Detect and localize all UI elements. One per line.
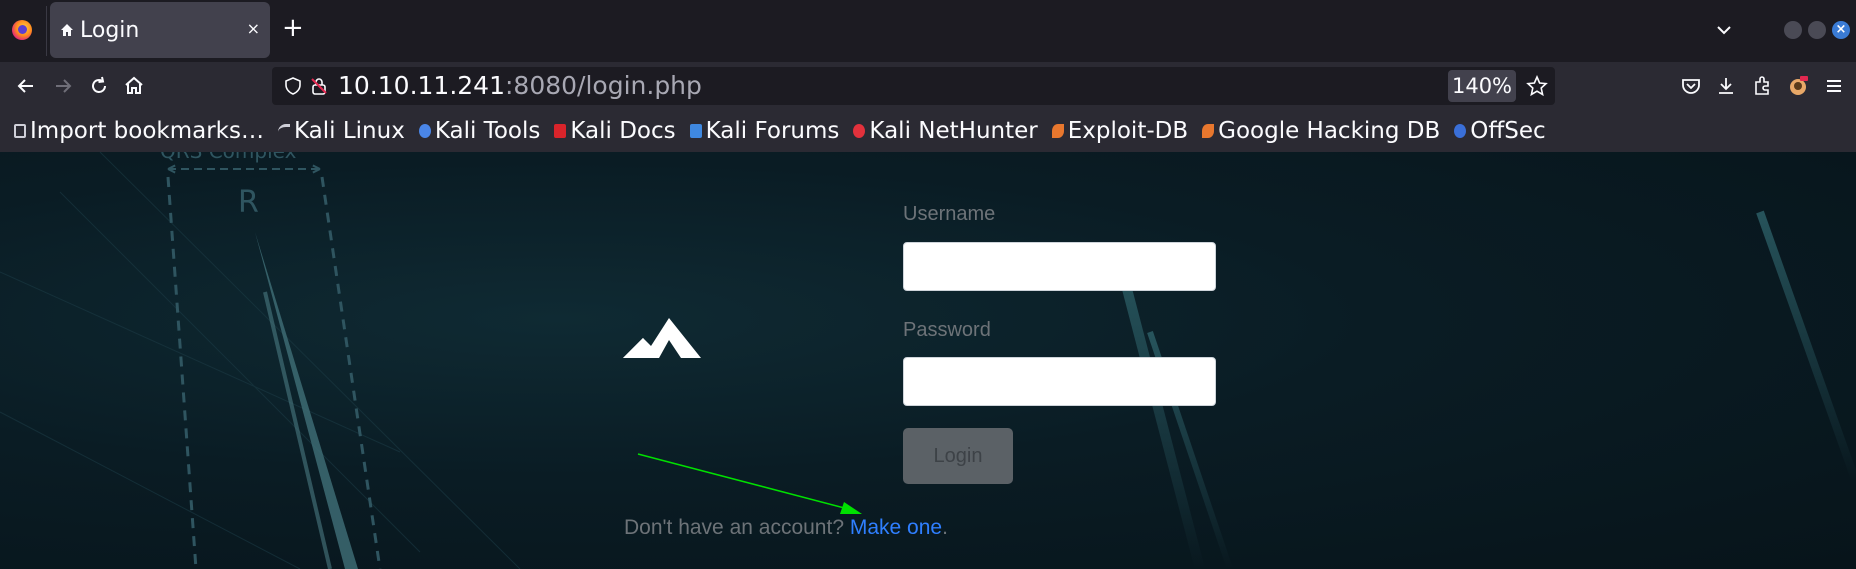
bookmark-kali-forums[interactable]: Kali Forums [689, 118, 840, 144]
watermark-letter: R [238, 185, 259, 220]
username-input[interactable] [903, 242, 1216, 291]
tab-strip: Login × + × [0, 0, 1856, 62]
bookmark-label: OffSec [1470, 118, 1546, 144]
insecure-lock-icon[interactable] [310, 77, 328, 95]
tab-divider [46, 6, 47, 56]
bookmark-label: Exploit-DB [1067, 118, 1189, 144]
bookmark-label: Kali Linux [293, 118, 405, 144]
signup-prompt: Don't have an account? Make one. [624, 516, 948, 540]
username-label: Username [903, 203, 996, 225]
hamburger-menu-icon[interactable] [1822, 74, 1846, 98]
bookmark-label: Import bookmarks… [30, 118, 264, 144]
window-close-button[interactable]: × [1832, 21, 1850, 39]
signup-suffix: . [942, 516, 948, 539]
pocket-icon[interactable] [1679, 74, 1703, 98]
bookmark-star-icon[interactable] [1526, 75, 1548, 97]
bookmarks-toolbar: Import bookmarks… Kali Linux Kali Tools … [0, 110, 1856, 152]
reload-icon[interactable] [87, 74, 111, 98]
password-label: Password [903, 319, 991, 341]
firefox-logo-icon[interactable] [12, 20, 32, 40]
downloads-icon[interactable] [1714, 74, 1738, 98]
bookmark-offsec[interactable]: OffSec [1454, 118, 1546, 144]
ghdb-icon [1202, 124, 1215, 138]
kali-forums-icon [689, 124, 702, 138]
url-text[interactable]: 10.10.11.241:8080/login.php [338, 71, 702, 100]
bookmark-kali-linux[interactable]: Kali Linux [277, 118, 405, 144]
bookmark-label: Kali NetHunter [869, 118, 1038, 144]
home-icon[interactable] [122, 74, 146, 98]
url-path: :8080/login.php [505, 71, 702, 100]
home-icon [61, 24, 73, 36]
exploit-db-icon [1051, 124, 1064, 138]
bookmark-label: Kali Docs [570, 118, 676, 144]
maximize-button[interactable] [1808, 21, 1826, 39]
forward-arrow-icon[interactable] [51, 74, 75, 98]
annotation-arrow [637, 453, 862, 514]
kali-docs-icon [554, 124, 567, 138]
kali-tools-icon [418, 124, 431, 138]
new-tab-button[interactable]: + [282, 14, 304, 42]
password-input[interactable] [903, 357, 1216, 406]
navigation-toolbar: 10.10.11.241:8080/login.php 140% [0, 62, 1856, 110]
tab-login[interactable]: Login × [50, 2, 270, 58]
signup-prompt-text: Don't have an account? [624, 516, 850, 539]
minimize-button[interactable] [1784, 21, 1802, 39]
bookmark-import[interactable]: Import bookmarks… [14, 118, 264, 144]
back-arrow-icon[interactable] [14, 74, 38, 98]
bookmark-google-hacking-db[interactable]: Google Hacking DB [1202, 118, 1440, 144]
account-avatar-icon[interactable] [1786, 74, 1810, 98]
bookmark-exploit-db[interactable]: Exploit-DB [1051, 118, 1189, 144]
login-button[interactable]: Login [903, 428, 1013, 484]
bookmark-label: Google Hacking DB [1218, 118, 1441, 144]
bookmark-label: Kali Forums [705, 118, 840, 144]
import-icon [14, 124, 26, 138]
mountain-logo-icon [623, 318, 701, 358]
bookmark-kali-tools[interactable]: Kali Tools [418, 118, 541, 144]
bookmark-label: Kali Tools [434, 118, 541, 144]
nethunter-icon [853, 124, 866, 138]
offsec-icon [1454, 124, 1467, 138]
shield-icon[interactable] [284, 77, 302, 95]
chevron-down-icon[interactable] [1712, 18, 1736, 42]
bookmark-kali-docs[interactable]: Kali Docs [554, 118, 676, 144]
tab-title: Login [80, 17, 140, 43]
tab-close-icon[interactable]: × [247, 19, 260, 38]
url-bar[interactable]: 10.10.11.241:8080/login.php 140% [272, 67, 1555, 105]
url-host: 10.10.11.241 [338, 71, 505, 100]
make-account-link[interactable]: Make one [850, 516, 942, 539]
zoom-level-badge[interactable]: 140% [1448, 70, 1516, 102]
kali-dragon-icon [277, 124, 290, 138]
bookmark-kali-nethunter[interactable]: Kali NetHunter [853, 118, 1038, 144]
page-content: QRS Complex R Username Password Login Do… [0, 152, 1856, 569]
extensions-icon[interactable] [1750, 74, 1774, 98]
watermark-label: QRS Complex [160, 152, 297, 163]
